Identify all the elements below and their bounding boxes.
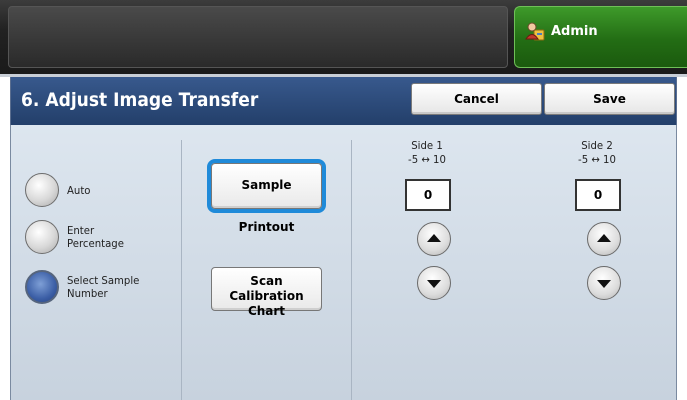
radio-auto[interactable] bbox=[25, 173, 59, 207]
side2-range: -5 ↔ 10 bbox=[578, 153, 616, 166]
column-divider bbox=[351, 140, 352, 400]
side2-title: Side 2 bbox=[581, 139, 613, 152]
option-select-sample-number[interactable]: Select Sample Number bbox=[25, 270, 175, 306]
option-auto[interactable]: Auto bbox=[25, 173, 175, 209]
sample-printout-button[interactable]: Sample Printout bbox=[211, 163, 322, 234]
status-message-area bbox=[8, 6, 508, 68]
button-label-line1: Scan Calibration bbox=[229, 274, 304, 303]
column-divider bbox=[181, 140, 182, 400]
up-arrow-icon bbox=[427, 234, 441, 242]
cancel-button[interactable]: Cancel bbox=[411, 83, 542, 115]
scan-calibration-chart-button[interactable]: Scan Calibration Chart bbox=[211, 267, 322, 318]
page-title: 6. Adjust Image Transfer bbox=[21, 89, 259, 111]
side2-down-button[interactable] bbox=[587, 266, 621, 300]
option-label: Select Sample Number bbox=[67, 274, 140, 300]
save-button[interactable]: Save bbox=[544, 83, 675, 115]
side1-title: Side 1 bbox=[411, 139, 443, 152]
side1-down-button[interactable] bbox=[417, 266, 451, 300]
option-enter-percentage[interactable]: Enter Percentage bbox=[25, 220, 175, 256]
up-arrow-icon bbox=[597, 234, 611, 242]
down-arrow-icon bbox=[597, 280, 611, 288]
title-bar: 6. Adjust Image Transfer Cancel Save bbox=[10, 77, 677, 125]
radio-enter-percentage[interactable] bbox=[25, 220, 59, 254]
side1-range: -5 ↔ 10 bbox=[408, 153, 446, 166]
button-label-line2: Chart bbox=[247, 304, 286, 318]
admin-button[interactable]: Admin bbox=[514, 6, 687, 68]
admin-user-icon bbox=[525, 21, 545, 41]
side1-header: Side 1 -5 ↔ 10 bbox=[387, 139, 467, 167]
option-label: Enter Percentage bbox=[67, 224, 124, 250]
admin-label: Admin bbox=[551, 24, 598, 39]
main-panel: Auto Enter Percentage Select Sample Numb… bbox=[10, 125, 677, 400]
side2-value[interactable]: 0 bbox=[575, 179, 621, 211]
option-label: Auto bbox=[67, 184, 91, 197]
side1-up-button[interactable] bbox=[417, 222, 451, 256]
down-arrow-icon bbox=[427, 280, 441, 288]
side1-value[interactable]: 0 bbox=[405, 179, 451, 211]
radio-select-sample-number[interactable] bbox=[25, 270, 59, 304]
side2-up-button[interactable] bbox=[587, 222, 621, 256]
side2-header: Side 2 -5 ↔ 10 bbox=[557, 139, 637, 167]
top-bar: Admin bbox=[0, 0, 687, 74]
